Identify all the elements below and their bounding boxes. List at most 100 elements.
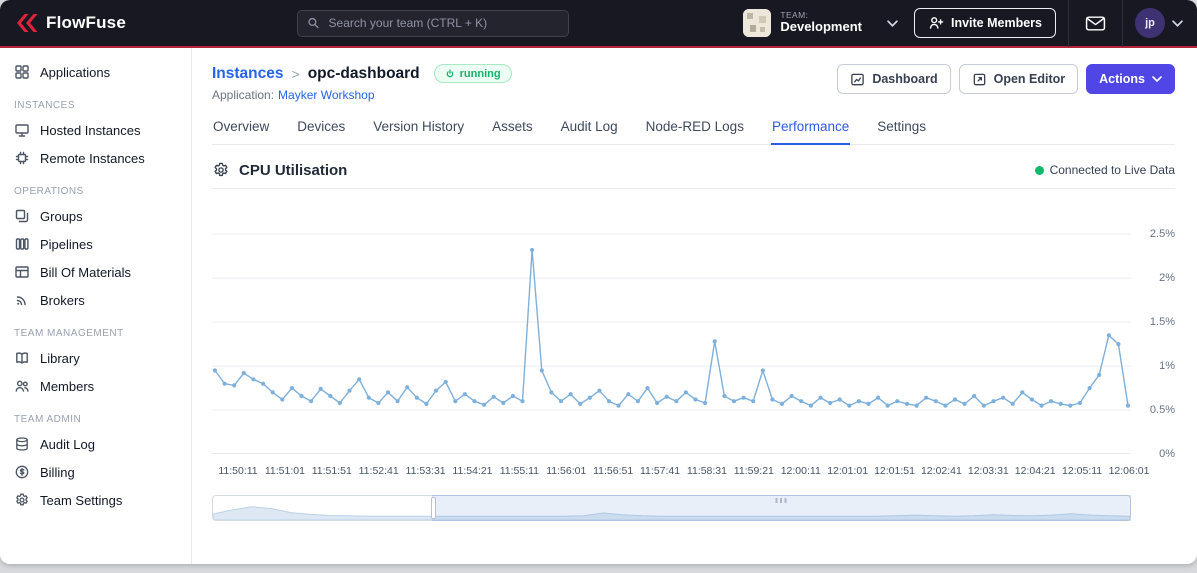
y-tick-label: 1% <box>1159 360 1175 373</box>
sidebar-item-label: Audit Log <box>40 436 95 452</box>
chevron-down-icon <box>1172 19 1183 27</box>
search-input[interactable] <box>326 15 559 31</box>
actions-button-label: Actions <box>1099 72 1145 86</box>
brand-name: FlowFuse <box>46 13 126 32</box>
library-book-icon <box>14 350 30 366</box>
sidebar-item-label: Members <box>40 378 95 394</box>
chart-navigator[interactable] <box>212 495 1131 521</box>
sidebar-item-library[interactable]: Library <box>0 344 191 372</box>
invite-members-label: Invite Members <box>950 16 1042 30</box>
cpu-chart-plot[interactable] <box>212 199 1131 455</box>
application-link[interactable]: Mayker Workshop <box>278 88 374 102</box>
sidebar-item-groups[interactable]: Groups <box>0 202 191 230</box>
y-tick-label: 0% <box>1159 448 1175 460</box>
x-tick-label: 11:54:21 <box>452 465 493 477</box>
cpu-chart: 0% 0.5% 1% 1.5% 2% 2.5% 11:50:11 11:51:01 11:51… <box>212 199 1175 521</box>
flowfuse-logo-icon <box>17 14 38 32</box>
brand[interactable]: FlowFuse <box>14 11 126 35</box>
pipelines-icon <box>14 236 30 252</box>
dashboard-button[interactable]: Dashboard <box>837 64 951 94</box>
sidebar-item-label: Billing <box>40 464 75 480</box>
x-tick-label: 11:57:41 <box>640 465 681 477</box>
x-tick-label: 12:06:01 <box>1108 465 1150 477</box>
instance-name: opc-dashboard <box>307 64 420 82</box>
tab-devices[interactable]: Devices <box>296 119 346 144</box>
applications-grid-icon <box>14 64 30 80</box>
tab-audit-log[interactable]: Audit Log <box>560 119 619 144</box>
sidebar-item-audit-log[interactable]: Audit Log <box>0 430 191 458</box>
app-window: FlowFuse TEAM: Development <box>0 0 1197 564</box>
y-tick-label: 0.5% <box>1149 404 1175 417</box>
audit-log-database-icon <box>14 436 30 452</box>
hosted-instances-icon <box>14 122 30 138</box>
sidebar-item-pipelines[interactable]: Pipelines <box>0 230 191 258</box>
live-status-dot <box>1034 165 1044 175</box>
navigator-selection[interactable] <box>431 495 1131 521</box>
sidebar-item-label: Remote Instances <box>40 150 145 166</box>
search-icon <box>308 17 319 29</box>
sidebar-item-brokers[interactable]: Brokers <box>0 286 191 314</box>
sidebar-section-team-management: TEAM MANAGEMENT <box>14 328 124 339</box>
breadcrumb-instances-link[interactable]: Instances <box>212 65 284 83</box>
live-status-label: Connected to Live Data <box>1049 163 1175 177</box>
x-tick-label: 11:56:51 <box>593 465 634 477</box>
sidebar-section-operations: OPERATIONS <box>14 186 84 197</box>
team-avatar <box>743 9 772 37</box>
sidebar-item-team-settings[interactable]: Team Settings <box>0 486 191 514</box>
team-settings-cog-icon <box>14 492 30 508</box>
tab-node-red-logs[interactable]: Node-RED Logs <box>645 119 745 144</box>
navigator-grip-icon[interactable] <box>775 498 789 503</box>
billing-currency-icon <box>14 464 30 480</box>
tab-settings[interactable]: Settings <box>876 119 927 144</box>
team-selector[interactable]: TEAM: Development <box>739 7 902 39</box>
x-tick-label: 11:55:11 <box>499 465 540 477</box>
sidebar-item-label: Library <box>40 350 80 366</box>
x-tick-label: 12:00:11 <box>780 465 821 477</box>
invite-members-button[interactable]: Invite Members <box>913 8 1056 38</box>
x-tick-label: 11:50:11 <box>218 465 258 477</box>
tab-version-history[interactable]: Version History <box>372 119 465 144</box>
status-badge: running <box>433 64 512 83</box>
sidebar-item-label: Team Settings <box>40 492 123 508</box>
x-tick-label: 12:01:01 <box>827 465 869 477</box>
x-tick-label: 12:04:21 <box>1014 465 1056 477</box>
x-tick-label: 11:59:21 <box>733 465 774 477</box>
user-menu[interactable]: jp <box>1135 8 1183 38</box>
dashboard-button-label: Dashboard <box>872 72 938 86</box>
x-tick-label: 11:53:31 <box>405 465 446 477</box>
chevron-down-icon <box>1152 76 1162 82</box>
tab-overview[interactable]: Overview <box>212 119 270 144</box>
sidebar-item-hosted-instances[interactable]: Hosted Instances <box>0 116 191 144</box>
sidebar-item-label: Pipelines <box>40 236 93 252</box>
x-tick-label: 11:56:01 <box>546 465 587 477</box>
x-tick-label: 11:51:01 <box>264 465 305 477</box>
x-tick-label: 11:52:41 <box>358 465 399 477</box>
notifications-button[interactable] <box>1068 0 1123 47</box>
sidebar-item-bill-of-materials[interactable]: Bill Of Materials <box>0 258 191 286</box>
remote-instances-chip-icon <box>14 150 30 166</box>
x-tick-label: 12:02:41 <box>920 465 962 477</box>
x-tick-label: 12:03:31 <box>967 465 1009 477</box>
main-content: Instances > opc-dashboard running Applic… <box>192 48 1197 564</box>
tab-assets[interactable]: Assets <box>491 119 534 144</box>
actions-button[interactable]: Actions <box>1086 64 1175 94</box>
team-search-box[interactable] <box>296 9 569 37</box>
brokers-broadcast-icon <box>14 292 30 308</box>
groups-icon <box>14 208 30 224</box>
open-editor-button[interactable]: Open Editor <box>958 64 1079 94</box>
tab-bar: Overview Devices Version History Assets … <box>212 119 1175 145</box>
sidebar-item-billing[interactable]: Billing <box>0 458 191 486</box>
tab-performance[interactable]: Performance <box>770 119 851 145</box>
y-tick-label: 2.5% <box>1149 228 1175 241</box>
sidebar-item-label: Applications <box>40 64 111 80</box>
x-tick-label: 12:05:11 <box>1062 465 1103 477</box>
sidebar: Applications INSTANCES Hosted Instances <box>0 48 192 564</box>
chart-title: CPU Utilisation <box>239 161 348 179</box>
sidebar-item-remote-instances[interactable]: Remote Instances <box>0 144 191 172</box>
sidebar-item-members[interactable]: Members <box>0 372 191 400</box>
navigator-left-handle[interactable] <box>431 497 437 519</box>
sidebar-item-applications[interactable]: Applications <box>0 58 191 86</box>
breadcrumb-separator: > <box>291 65 300 82</box>
sidebar-item-label: Bill Of Materials <box>40 264 132 280</box>
members-users-icon <box>14 378 30 394</box>
